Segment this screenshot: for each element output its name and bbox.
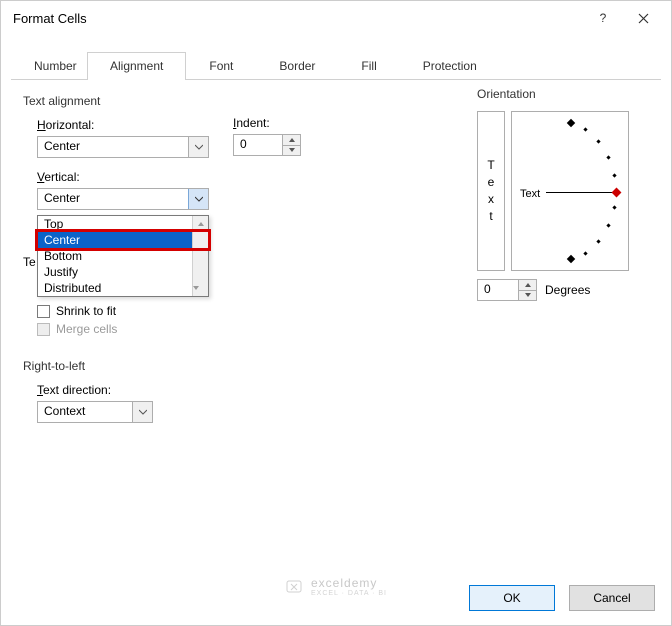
spin-up-icon[interactable] [283,135,300,146]
tab-fill[interactable]: Fill [338,52,399,80]
option-justify[interactable]: Justify [38,264,208,280]
dial-tick-icon [596,239,600,243]
shrink-label: Shrink to fit [56,304,116,318]
indent-spinner[interactable]: 0 [233,134,301,156]
text-direction-combo[interactable]: Context [37,401,153,423]
spin-down-icon[interactable] [519,291,536,301]
indent-block: Indent: 0 [233,116,301,156]
dial-tick-icon [567,119,575,127]
dial-line [546,192,612,193]
degrees-value: 0 [478,280,518,300]
orientation-label: Orientation [477,87,647,101]
option-top[interactable]: Top [38,216,208,232]
orientation-dial[interactable]: Text [511,111,629,271]
dial-pointer-icon [612,188,622,198]
chevron-down-icon [188,137,208,157]
dial-tick-icon [612,205,616,209]
checkbox-icon [37,305,50,318]
text-direction-label: Text direction: [37,383,153,397]
dial-tick-icon [596,139,600,143]
degrees-label: Degrees [545,283,590,297]
titlebar: Format Cells ? [1,1,671,35]
indent-label: Indent: [233,116,301,130]
watermark: exceldemy EXCEL · DATA · BI [285,576,387,597]
chevron-down-icon [188,189,208,209]
horizontal-combo[interactable]: Center [37,136,209,158]
rtl-group: Right-to-left Text direction: Context [23,359,153,423]
tabstrip: Number Alignment Font Border Fill Protec… [11,51,661,80]
text-direction-value: Context [38,402,132,422]
tab-border[interactable]: Border [256,52,338,80]
vertical-value: Center [38,189,188,209]
format-cells-dialog: Format Cells ? Number Alignment Font Bor… [0,0,672,626]
text-control-group: Shrink to fit Merge cells [23,300,117,340]
dropdown-scrollbar[interactable] [192,216,208,296]
chevron-down-icon [132,402,152,422]
tab-protection[interactable]: Protection [400,52,500,80]
dial-tick-icon [606,155,610,159]
dial-tick-icon [612,173,616,177]
dial-tick-icon [583,127,587,131]
option-center[interactable]: Center [38,232,208,248]
horizontal-value: Center [38,137,188,157]
merge-checkbox: Merge cells [37,322,117,336]
degrees-spinner[interactable]: 0 [477,279,537,301]
rtl-group-label: Right-to-left [23,359,153,373]
close-icon [638,13,649,24]
spin-down-icon[interactable] [283,146,300,156]
option-distributed[interactable]: Distributed [38,280,208,296]
dial-tick-icon [606,223,610,227]
dial-text-label: Text [520,188,540,200]
dial-tick-icon [567,255,575,263]
help-button[interactable]: ? [583,3,623,33]
tab-alignment[interactable]: Alignment [87,52,186,80]
option-bottom[interactable]: Bottom [38,248,208,264]
dial-tick-icon [583,251,587,255]
dialog-title: Format Cells [13,11,583,26]
text-control-label-obscured: Te [23,255,36,269]
spinner-buttons [518,280,536,300]
dialog-footer: OK Cancel [469,585,655,611]
spin-up-icon[interactable] [519,280,536,291]
vertical-text-button[interactable]: Text [477,111,505,271]
indent-value: 0 [234,135,282,155]
orientation-group: Orientation Text Text [477,87,647,301]
vertical-combo[interactable]: Center [37,188,209,210]
cancel-button[interactable]: Cancel [569,585,655,611]
tab-font[interactable]: Font [186,52,256,80]
ok-button[interactable]: OK [469,585,555,611]
logo-icon [285,577,305,597]
checkbox-icon [37,323,50,336]
tab-number[interactable]: Number [11,52,87,80]
shrink-checkbox[interactable]: Shrink to fit [37,304,117,318]
scroll-down-icon[interactable] [193,280,199,296]
vertical-dropdown-list: Top Center Bottom Justify Distributed [37,215,209,297]
close-button[interactable] [623,3,663,33]
scroll-up-icon[interactable] [193,216,208,232]
spinner-buttons [282,135,300,155]
merge-label: Merge cells [56,322,117,336]
